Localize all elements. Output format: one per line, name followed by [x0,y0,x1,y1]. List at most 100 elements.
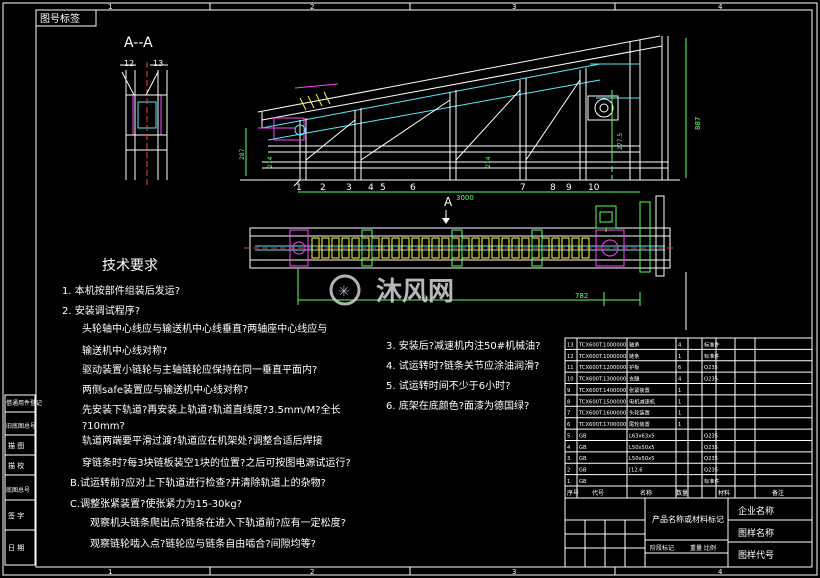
plan-view [244,195,676,277]
svg-text:驱动装置小链轮与主轴链轮应保持在同一垂直平面内?: 驱动装置小链轮与主轴链轮应保持在同一垂直平面内? [82,363,317,376]
svg-text:7: 7 [520,183,526,193]
balloon: 12 [124,59,134,68]
svg-text:底图总号: 底图总号 [6,486,30,494]
bom-cell-name: 护板 [629,363,640,371]
dim-887: 887 [694,117,702,130]
dim-3000: 3000 [456,194,474,202]
bom-cell-name: 轴承 [629,340,640,348]
svg-text:5: 5 [380,183,386,193]
dim-287: 287 [239,148,246,160]
bom-cell-mat: Q235 [704,468,718,474]
bom-cell-no: 12 [567,354,574,360]
view-marker: A [444,195,453,209]
bom-cell-code: GB [579,468,587,474]
frame-number: 4 [718,568,723,576]
bom-cell-name: 头轮装置 [629,409,650,417]
bom-cell-no: 7 [567,411,570,417]
bom-cell-no: 10 [567,377,574,383]
frame-number: 1 [108,3,112,11]
bom-cell-name: L50x50x5 [629,445,655,451]
bom-header: 序号 代号 名称 数量 材料 备注 [567,489,784,497]
svg-text:?10mm?: ?10mm? [82,421,125,432]
bom-cell-no: 13 [567,342,574,348]
frame-number: 1 [108,568,112,576]
svg-text:3. 安装后?减速机内注50#机械油?: 3. 安装后?减速机内注50#机械油? [386,339,540,352]
svg-text:材料: 材料 [718,489,730,497]
bom-cell-name: 电机减速机 [629,397,656,405]
svg-text:旧底图总号: 旧底图总号 [6,422,36,430]
balloon: 13 [153,59,163,68]
drawing-name: 图样名称 [738,527,774,539]
frame-number: 2 [310,568,314,576]
bom-cell-name: 尾轮装置 [629,420,650,428]
svg-text:4. 试运转时?链条关节应涂油润滑?: 4. 试运转时?链条关节应涂油润滑? [386,359,539,372]
svg-text:观察机头链条爬出点?链条在进入下轨道前?应有一定松度?: 观察机头链条爬出点?链条在进入下轨道前?应有一定松度? [90,516,346,529]
bom-cell-no: 8 [567,399,570,405]
tech-title: 技术要求 [102,258,158,274]
dim-782: 782 [575,292,588,300]
bom-cell-qty: 1 [678,411,681,417]
svg-text:穿链条时?每3块链板装空1块的位置?之后可按图电源试运行?: 穿链条时?每3块链板装空1块的位置?之后可按图电源试运行? [82,456,351,469]
svg-text:代号: 代号 [592,489,604,497]
bom-cell-code: TCX600T.1600000 [578,411,626,417]
elevation-balloons: 1 2 3 4 5 6 7 8 9 10 [293,179,600,193]
bom-cell-name: 链条 [629,352,639,360]
bom-cell-mat: Q235 [704,445,718,451]
bom-cell-code: TCX600T.1300000 [578,377,626,383]
elevation-view [240,35,680,181]
watermark: ✳ 沐风网 [329,274,454,307]
svg-text:B.试运转前?应对上下轨道进行检查?并清除轨道上的杂物?: B.试运转前?应对上下轨道进行检查?并清除轨道上的杂物? [70,476,326,489]
bom-cell-name: 张紧装置 [629,386,650,394]
svg-text:2: 2 [320,183,326,193]
bom-cell-name: [12.6 [629,468,643,474]
svg-text:轨道两端要平滑过渡?轨道应在机架处?调整合适后焊接: 轨道两端要平滑过渡?轨道应在机架处?调整合适后焊接 [82,434,323,447]
bom-cell-qty: 6 [678,365,681,371]
bom-cell-no: 1 [567,479,570,485]
svg-text:描 校: 描 校 [8,461,24,470]
bom-cell-name: L50x50x5 [629,456,655,462]
svg-text:日 期: 日 期 [8,544,24,552]
svg-text:6: 6 [410,183,416,193]
bom-cell-code: GB [579,445,587,451]
svg-text:C.调整张紧装置?使张紧力为15-30kg?: C.调整张紧装置?使张紧力为15-30kg? [70,497,242,510]
svg-text:9: 9 [566,183,572,193]
bom-cell-code: TCX600T.1400000 [578,388,626,394]
svg-text:2. 安装调试程序?: 2. 安装调试程序? [62,304,140,317]
dim-214b: 214 [485,156,492,168]
bom-cell-no: 6 [567,422,570,428]
bom-cell-mat: 标准件 [704,352,720,360]
tech-left-text: 1. 本机按部件组装后发运? 2. 安装调试程序? 头轮轴中心线应与输送机中心线… [62,284,351,550]
svg-text:1: 1 [296,183,302,193]
svg-text:1. 本机按部件组装后发运?: 1. 本机按部件组装后发运? [62,284,180,297]
cad-drawing-canvas: 1 2 3 4 1 2 3 4 图号标签 借通用件登记 旧底图总号 描 图 描 … [2,2,818,576]
bom-cell-code: TCX600T.1200000 [578,365,626,371]
svg-text:3: 3 [346,183,352,193]
bom-cell-code: GB [579,456,587,462]
bom-cell-no: 9 [567,388,570,394]
bom-cell-mat: 标准件 [704,477,720,485]
bom-cell-code: TCX600T.1700000 [578,422,626,428]
bom-cell-no: 4 [567,445,571,451]
bom-cell-no: 5 [567,433,570,439]
tech-right-text: 3. 安装后?减速机内注50#机械油? 4. 试运转时?链条关节应涂油润滑? 5… [386,339,540,412]
bom-cell-qty: 1 [678,388,681,394]
bom-cell-qty: 1 [678,354,681,360]
watermark-text: 沐风网 [376,277,454,307]
frame-number: 4 [718,3,723,11]
bom-cell-qty: 1 [678,399,681,405]
svg-text:4: 4 [368,183,374,193]
bom-cell-name: L63x63x5 [629,433,655,439]
bom-cell-qty: 1 [678,422,681,428]
corner-label: 图号标签 [40,12,80,25]
bom-cell-qty: 4 [678,342,682,348]
section-view [120,62,168,185]
svg-text:名称: 名称 [640,489,652,497]
side-strip [4,394,36,566]
bom-cell-no: 3 [567,456,570,462]
frame-number: 3 [512,568,516,576]
drawing-code: 图样代号 [738,549,774,561]
svg-text:描 图: 描 图 [8,441,24,450]
bom-cell-code: GB [579,479,587,485]
bom-cell-mat: Q235 [704,377,718,383]
svg-text:头轮轴中心线应与输送机中心线垂直?两轴座中心线应与: 头轮轴中心线应与输送机中心线垂直?两轴座中心线应与 [82,322,327,335]
